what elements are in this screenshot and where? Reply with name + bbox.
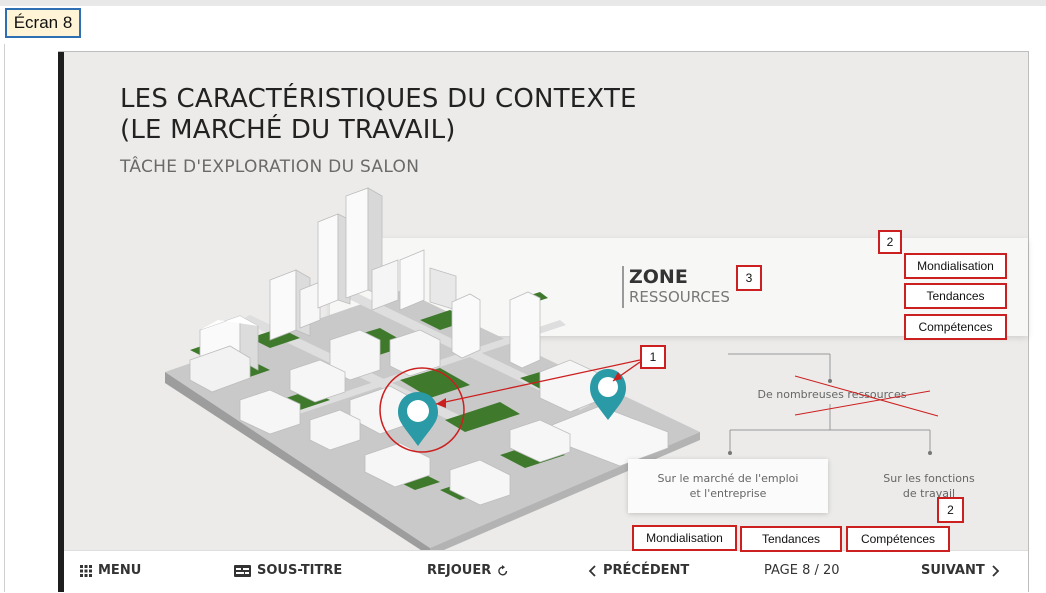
navigation-bar xyxy=(64,550,1028,593)
previous-label: PRÉCÉDENT xyxy=(603,563,690,578)
annotation-marker-2-top: 2 xyxy=(878,230,902,254)
replay-label: REJOUER xyxy=(427,563,492,578)
grid-icon xyxy=(80,564,92,577)
annotation-marker-2-bottom: 2 xyxy=(937,497,964,523)
right-list-item-2: Tendances xyxy=(904,283,1007,309)
menu-label: MENU xyxy=(98,563,142,578)
right-list-item-3: Compétences xyxy=(904,314,1007,340)
right-list-item-1: Mondialisation xyxy=(904,253,1007,279)
bottom-list-item-3: Compétences xyxy=(846,526,950,552)
next-button[interactable]: SUIVANT xyxy=(921,563,1000,578)
chevron-right-icon xyxy=(992,564,1000,577)
bottom-list-item-2: Tendances xyxy=(740,526,842,552)
subtitle-button[interactable]: SOUS-TITRE xyxy=(234,563,342,578)
annotation-marker-1: 1 xyxy=(640,345,666,369)
page-indicator: PAGE 8 / 20 xyxy=(764,563,840,578)
replay-button[interactable]: REJOUER xyxy=(427,563,509,578)
subtitles-icon xyxy=(234,564,251,577)
next-label: SUIVANT xyxy=(921,563,985,578)
subtitle-label: SOUS-TITRE xyxy=(257,563,343,578)
annotation-marker-3: 3 xyxy=(736,265,762,291)
previous-button[interactable]: PRÉCÉDENT xyxy=(588,563,689,578)
strike-cross xyxy=(794,375,939,417)
bottom-list-item-1: Mondialisation xyxy=(632,525,737,551)
replay-icon xyxy=(498,564,508,575)
chevron-left-icon xyxy=(588,564,596,577)
menu-button[interactable]: MENU xyxy=(80,563,141,578)
